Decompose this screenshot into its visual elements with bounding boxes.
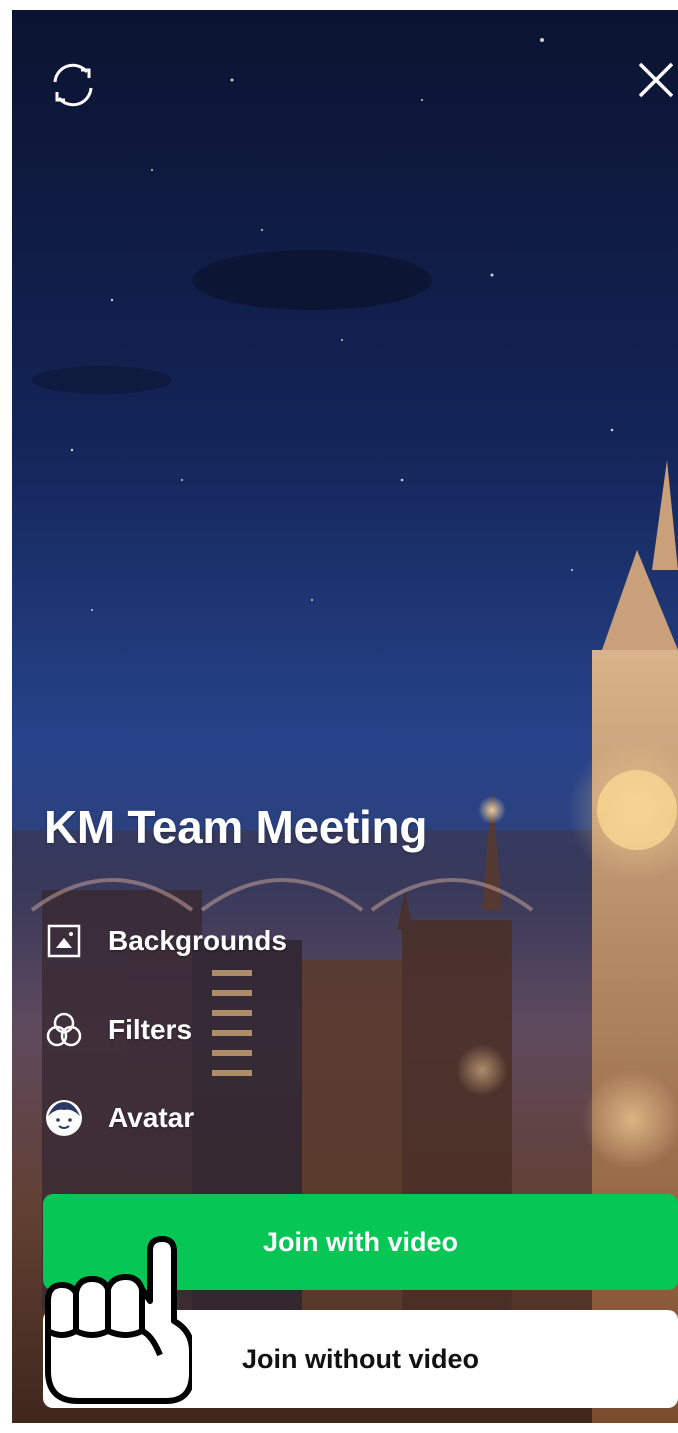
meeting-title: KM Team Meeting — [44, 801, 428, 853]
option-backgrounds[interactable]: Backgrounds — [44, 913, 287, 969]
close-icon[interactable] — [634, 58, 678, 102]
refresh-icon[interactable] — [46, 58, 100, 112]
option-label: Backgrounds — [108, 925, 287, 956]
option-filters[interactable]: Filters — [44, 1002, 192, 1058]
image-icon — [44, 921, 84, 961]
option-label: Filters — [108, 1014, 193, 1045]
option-avatar[interactable]: Avatar — [44, 1090, 194, 1146]
option-label: Avatar — [108, 1102, 195, 1133]
avatar-icon — [44, 1098, 84, 1138]
join-without-video-button[interactable]: Join without video — [43, 1310, 678, 1408]
filters-icon — [44, 1010, 84, 1050]
join-with-video-button[interactable]: Join with video — [43, 1194, 678, 1290]
camera-preview-screen: KM Team Meeting Backgrounds Filters Avat… — [12, 10, 678, 1423]
